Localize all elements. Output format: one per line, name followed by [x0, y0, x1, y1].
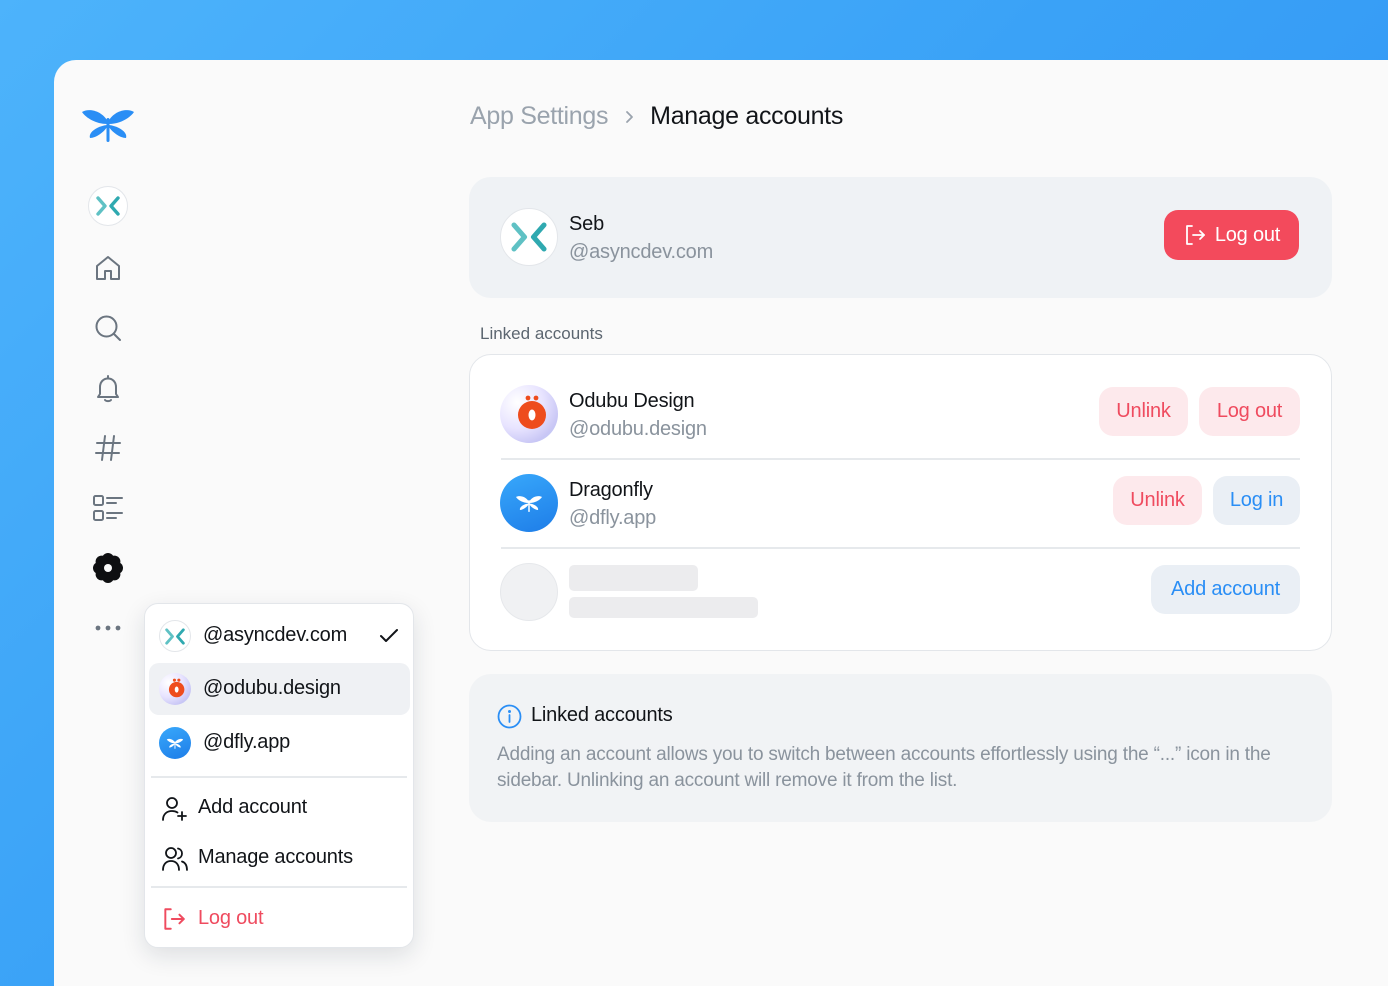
sidebar-item-notifications[interactable] — [88, 368, 128, 408]
search-icon — [95, 315, 121, 341]
account-logout-button[interactable]: Log out — [1199, 387, 1300, 436]
menu-account-item[interactable]: @asyncdev.com — [149, 610, 410, 662]
account-switcher-menu: @asyncdev.com @odubu.design @dfly.app Ad… — [144, 603, 414, 948]
info-card: Linked accounts Adding an account allows… — [469, 674, 1332, 822]
menu-account-handle: @asyncdev.com — [203, 624, 348, 646]
primary-account-card: Seb @asyncdev.com Log out — [469, 177, 1332, 298]
dragonfly-logo-icon[interactable] — [80, 104, 136, 144]
unlink-button[interactable]: Unlink — [1113, 476, 1202, 525]
menu-add-account[interactable]: Add account — [149, 782, 410, 834]
account-name: Dragonfly — [569, 479, 653, 501]
account-handle: @asyncdev.com — [569, 241, 714, 263]
placeholder-avatar — [500, 563, 558, 621]
breadcrumb: App Settings Manage accounts — [470, 102, 843, 131]
page-title: Manage accounts — [650, 102, 844, 130]
unlink-button[interactable]: Unlink — [1099, 387, 1188, 436]
placeholder-handle — [569, 597, 758, 618]
account-avatar-icon — [500, 208, 558, 266]
account-name: Odubu Design — [569, 390, 695, 412]
users-icon — [162, 847, 188, 871]
info-icon — [497, 704, 522, 729]
menu-account-item[interactable]: @dfly.app — [149, 717, 410, 769]
menu-account-handle: @odubu.design — [203, 677, 341, 699]
check-icon — [380, 629, 398, 642]
chevron-right-icon — [626, 110, 634, 123]
menu-divider — [151, 776, 407, 778]
menu-manage-accounts[interactable]: Manage accounts — [149, 832, 410, 884]
add-account-label: Add account — [198, 796, 307, 818]
breadcrumb-parent[interactable]: App Settings — [470, 102, 608, 131]
list-icon — [93, 495, 123, 521]
sidebar-item-lists[interactable] — [88, 488, 128, 528]
logout-label: Log out — [198, 907, 264, 929]
manage-accounts-label: Manage accounts — [198, 846, 353, 868]
logout-icon — [1185, 225, 1205, 245]
info-body: Adding an account allows you to switch b… — [497, 744, 1271, 791]
linked-accounts-card: Odubu Design @odubu.design Unlink Log ou… — [469, 354, 1332, 651]
account-handle: @dfly.app — [569, 507, 657, 529]
home-icon — [96, 256, 120, 280]
add-user-icon — [162, 797, 187, 821]
account-handle: @odubu.design — [569, 418, 707, 440]
menu-account-handle: @dfly.app — [203, 731, 291, 753]
sidebar-item-home[interactable] — [88, 248, 128, 288]
account-avatar-icon — [88, 186, 128, 226]
app-window: App Settings Manage accounts Seb @asyncd… — [54, 60, 1388, 986]
menu-account-item[interactable]: @odubu.design — [149, 663, 410, 715]
dragonfly-avatar-icon — [500, 474, 558, 532]
sidebar-item-more[interactable] — [88, 608, 128, 648]
gear-icon — [93, 553, 123, 583]
account-name: Seb — [569, 213, 604, 235]
more-icon — [95, 625, 121, 631]
odubu-avatar-icon — [500, 385, 558, 443]
logout-label: Log out — [1214, 223, 1281, 246]
divider — [501, 458, 1300, 460]
placeholder-name — [569, 565, 698, 591]
sidebar-item-channels[interactable] — [88, 428, 128, 468]
account-avatar-icon — [159, 620, 191, 652]
hashtag-icon — [95, 435, 121, 461]
logout-icon — [164, 908, 185, 930]
sidebar-item-settings[interactable] — [88, 548, 128, 588]
divider — [501, 547, 1300, 549]
add-account-button[interactable]: Add account — [1151, 565, 1300, 614]
logout-button[interactable]: Log out — [1164, 210, 1299, 260]
bell-icon — [97, 375, 119, 403]
sidebar-account-avatar[interactable] — [88, 186, 128, 226]
info-title: Linked accounts — [531, 704, 673, 726]
account-login-button[interactable]: Log in — [1213, 476, 1300, 525]
linked-accounts-label: Linked accounts — [480, 324, 603, 343]
dragonfly-avatar-icon — [159, 727, 191, 759]
sidebar-item-search[interactable] — [88, 308, 128, 348]
odubu-avatar-icon — [159, 673, 191, 705]
menu-logout[interactable]: Log out — [149, 893, 410, 945]
menu-divider — [151, 886, 407, 888]
